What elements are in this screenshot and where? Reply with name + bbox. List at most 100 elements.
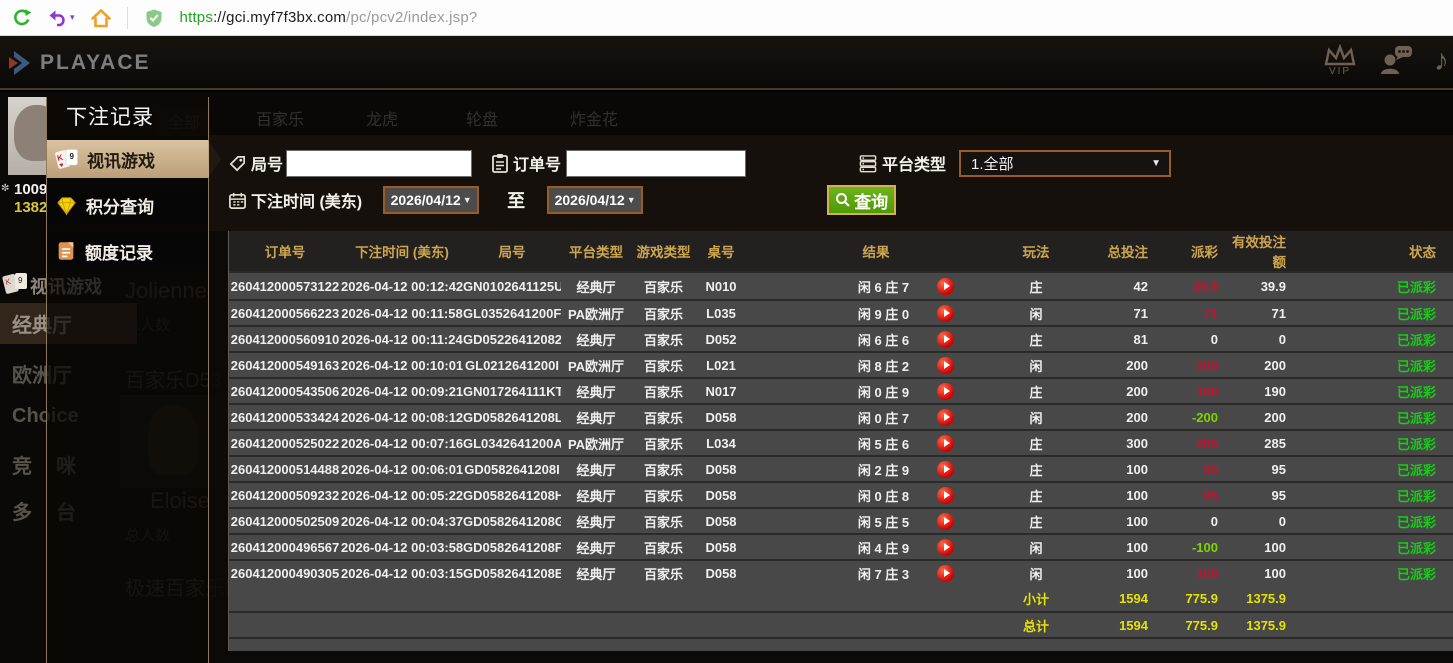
play-video-icon[interactable] bbox=[937, 487, 954, 504]
back-button[interactable]: ▾ bbox=[48, 8, 75, 28]
subtotal-payout: 775.9 bbox=[1156, 585, 1223, 611]
cell-table-no: D058 bbox=[696, 507, 746, 533]
cell-game-no: GL0342641200A bbox=[463, 429, 561, 455]
modal-title: 下注记录 bbox=[47, 97, 208, 135]
svg-text:9: 9 bbox=[18, 276, 23, 285]
platform-type-value: 1.全部 bbox=[971, 153, 1014, 174]
cell-game-type: 百家乐 bbox=[631, 507, 696, 533]
table-header-row: 订单号 下注时间 (美东) 局号 平台类型 游戏类型 桌号 结果 玩法 总投注 … bbox=[229, 231, 1453, 273]
table-row: 260412000490305 2026-04-12 00:03:15 GD05… bbox=[229, 559, 1453, 585]
cell-order-no: 260412000525022 bbox=[229, 429, 341, 455]
sidebar-item-video-games[interactable]: K ♥ 9 视讯游戏 bbox=[47, 140, 208, 178]
play-video-icon[interactable] bbox=[937, 435, 954, 452]
browser-toolbar: ▾ https://gci.myf7f3bx.com/pc/pcv2/index… bbox=[0, 0, 1453, 36]
cell-bet-time: 2026-04-12 00:06:01 bbox=[341, 455, 463, 481]
platform-type-label: 平台类型 bbox=[882, 151, 946, 175]
modal-main: 局号 订单号 平台类型 1.全部 ▼ bbox=[209, 97, 1453, 663]
play-video-icon[interactable] bbox=[937, 278, 954, 295]
cell-platform-type: 经典厅 bbox=[561, 559, 631, 585]
play-video-icon[interactable] bbox=[937, 565, 954, 582]
table-body: 260412000573122 2026-04-12 00:12:42 GN01… bbox=[229, 273, 1453, 585]
home-icon[interactable] bbox=[89, 6, 113, 30]
reload-icon[interactable] bbox=[10, 6, 34, 30]
cell-bet-time: 2026-04-12 00:09:21 bbox=[341, 377, 463, 403]
cell-bet-time: 2026-04-12 00:03:15 bbox=[341, 559, 463, 585]
cell-total-bet: 200 bbox=[1066, 403, 1156, 429]
cell-platform-type: 经典厅 bbox=[561, 481, 631, 507]
vip-crown-icon bbox=[1322, 44, 1358, 68]
order-no-input[interactable] bbox=[566, 150, 746, 177]
cell-order-no: 260412000549163 bbox=[229, 351, 341, 377]
cell-result: 闲 6 庄 6 bbox=[746, 325, 1006, 351]
date-from-select[interactable]: 2026/04/12 ▼ bbox=[383, 186, 479, 214]
play-video-icon[interactable] bbox=[937, 331, 954, 348]
modal-topbar bbox=[209, 97, 1453, 135]
cell-play-type: 庄 bbox=[1006, 377, 1066, 403]
address-bar[interactable]: https://gci.myf7f3bx.com/pc/pcv2/index.j… bbox=[180, 9, 478, 26]
col-result: 结果 bbox=[746, 231, 1006, 273]
cell-status: 已派彩 bbox=[1298, 351, 1453, 377]
cell-order-no: 260412000533424 bbox=[229, 403, 341, 429]
cell-result: 闲 5 庄 5 bbox=[746, 507, 1006, 533]
play-video-icon[interactable] bbox=[937, 513, 954, 530]
cell-table-no: D058 bbox=[696, 403, 746, 429]
play-video-icon[interactable] bbox=[937, 305, 954, 322]
cell-table-no: D052 bbox=[696, 325, 746, 351]
cell-game-no: GL0212641200I bbox=[463, 351, 561, 377]
date-to-select[interactable]: 2026/04/12 ▼ bbox=[547, 186, 643, 214]
sidebar-item-quota-records[interactable]: 额度记录 bbox=[47, 232, 208, 270]
back-dropdown-icon[interactable]: ▾ bbox=[70, 12, 75, 23]
platform-type-select[interactable]: 1.全部 ▼ bbox=[959, 150, 1171, 177]
playace-logo-mark bbox=[8, 49, 34, 77]
result-text: 闲 0 庄 7 bbox=[858, 408, 909, 427]
cell-table-no: L035 bbox=[696, 299, 746, 325]
logo-text: PLAYACE bbox=[40, 51, 151, 75]
col-play-type: 玩法 bbox=[1006, 231, 1066, 273]
cell-table-no: D058 bbox=[696, 533, 746, 559]
cards-icon: K ♥ 9 bbox=[55, 147, 79, 171]
cell-game-no: GD0582641208I bbox=[463, 455, 561, 481]
play-video-icon[interactable] bbox=[937, 539, 954, 556]
cell-game-type: 百家乐 bbox=[631, 273, 696, 299]
cell-platform-type: 经典厅 bbox=[561, 377, 631, 403]
cell-game-no: GD05226412082 bbox=[463, 325, 561, 351]
cell-table-no: L034 bbox=[696, 429, 746, 455]
cell-status: 已派彩 bbox=[1298, 429, 1453, 455]
sidebar-item-points-query[interactable]: 积分查询 bbox=[47, 186, 208, 224]
music-button[interactable]: ♪ bbox=[1434, 44, 1449, 78]
chevron-down-icon: ▼ bbox=[463, 195, 472, 205]
betting-records-modal: 下注记录 K ♥ 9 视讯游戏 积分查询 bbox=[46, 97, 1453, 663]
play-video-icon[interactable] bbox=[937, 461, 954, 478]
cell-platform-type: 经典厅 bbox=[561, 507, 631, 533]
play-video-icon[interactable] bbox=[937, 383, 954, 400]
cell-game-type: 百家乐 bbox=[631, 325, 696, 351]
cell-total-bet: 100 bbox=[1066, 455, 1156, 481]
cell-payout: 71 bbox=[1156, 299, 1223, 325]
table-row: 260412000502509 2026-04-12 00:04:37 GD05… bbox=[229, 507, 1453, 533]
security-shield-icon[interactable] bbox=[142, 6, 166, 30]
cell-play-type: 庄 bbox=[1006, 455, 1066, 481]
cell-total-bet: 100 bbox=[1066, 533, 1156, 559]
result-text: 闲 0 庄 8 bbox=[858, 486, 909, 505]
customer-service-button[interactable] bbox=[1378, 44, 1414, 76]
vip-button[interactable]: VIP bbox=[1322, 44, 1358, 77]
subtotal-valid: 1375.9 bbox=[1223, 585, 1298, 611]
cell-result: 闲 0 庄 9 bbox=[746, 377, 1006, 403]
cell-valid-bet: 100 bbox=[1223, 559, 1298, 585]
cell-order-no: 260412000514488 bbox=[229, 455, 341, 481]
cell-play-type: 闲 bbox=[1006, 403, 1066, 429]
sidebar-item-label: 额度记录 bbox=[85, 239, 153, 264]
game-no-input[interactable] bbox=[286, 150, 472, 177]
cell-payout: 100 bbox=[1156, 559, 1223, 585]
play-video-icon[interactable] bbox=[937, 409, 954, 426]
cell-valid-bet: 200 bbox=[1223, 351, 1298, 377]
cell-result: 闲 0 庄 8 bbox=[746, 481, 1006, 507]
play-video-icon[interactable] bbox=[937, 357, 954, 374]
cell-game-type: 百家乐 bbox=[631, 377, 696, 403]
cell-table-no: N017 bbox=[696, 377, 746, 403]
table-row: 260412000566223 2026-04-12 00:11:58 GL03… bbox=[229, 299, 1453, 325]
cell-bet-time: 2026-04-12 00:05:22 bbox=[341, 481, 463, 507]
cell-total-bet: 71 bbox=[1066, 299, 1156, 325]
query-button[interactable]: 查询 bbox=[827, 185, 896, 215]
cell-result: 闲 5 庄 6 bbox=[746, 429, 1006, 455]
